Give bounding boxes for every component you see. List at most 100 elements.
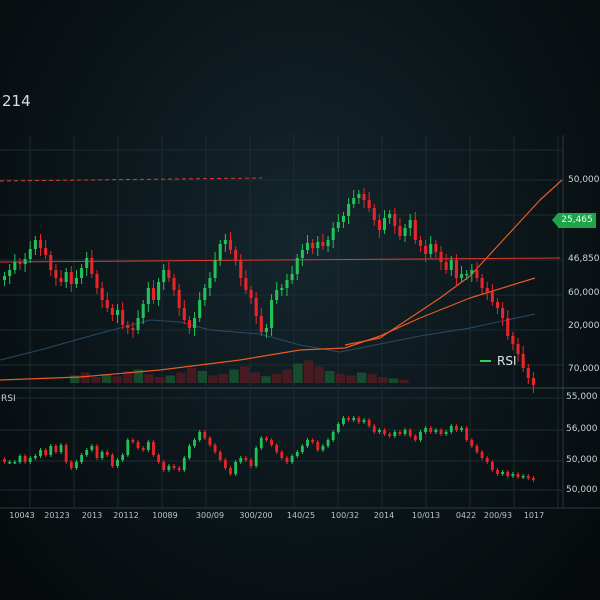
rsi-candle — [306, 440, 309, 446]
x-tick-label: 10089 — [152, 511, 178, 520]
volume-bar — [218, 374, 229, 383]
candlestick — [187, 320, 191, 328]
rsi-candle — [403, 430, 407, 434]
candlestick — [85, 258, 89, 268]
rsi-candle — [526, 476, 530, 478]
candlestick — [198, 300, 202, 318]
rsi-candle — [208, 438, 212, 445]
volume-bar — [261, 376, 271, 383]
rsi-candle — [239, 458, 243, 462]
rsi-candle — [460, 428, 463, 430]
candlestick — [254, 298, 258, 316]
rsi-candle — [177, 468, 181, 470]
candlestick — [526, 368, 530, 378]
candlestick — [208, 278, 212, 288]
candlestick — [424, 246, 428, 254]
moving-average-blue — [0, 313, 536, 361]
x-tick-label: 100/32 — [330, 511, 360, 520]
price-axis-label: 20,000 — [568, 321, 600, 331]
rsi-candle — [501, 472, 505, 474]
rsi-candle — [49, 446, 53, 455]
candlestick — [110, 308, 114, 315]
rsi-candle — [110, 455, 114, 466]
rsi-candle — [259, 438, 263, 448]
rsi-candle — [311, 440, 315, 442]
rsi-candle — [54, 446, 58, 452]
candlestick — [162, 270, 166, 282]
rsi-candle — [424, 428, 428, 432]
x-tick-label: 1017 — [523, 511, 545, 520]
rsi-candle — [90, 446, 94, 450]
rsi-candle — [465, 428, 469, 440]
volume-bar — [378, 377, 388, 383]
candlestick — [531, 378, 535, 385]
candlestick — [295, 258, 299, 274]
volume-bar — [282, 369, 292, 383]
candlestick — [382, 218, 387, 230]
current-price-badge: 25,465 — [552, 213, 596, 228]
candlestick — [501, 308, 505, 318]
rsi-candle — [64, 445, 68, 462]
candlestick — [49, 255, 53, 270]
rsi-candle — [229, 468, 232, 474]
candlestick — [285, 280, 289, 288]
x-tick-label: 2013 — [81, 511, 103, 520]
x-tick-label: 2014 — [373, 511, 395, 520]
x-tick-label: 140/25 — [286, 511, 316, 520]
candlestick — [439, 252, 443, 262]
rsi-candle — [213, 445, 217, 452]
rsi-candle — [254, 448, 258, 466]
rsi-candle — [362, 420, 366, 422]
rsi-candle — [69, 462, 73, 468]
rsi-panel-label: RSI — [1, 394, 16, 404]
candlestick — [434, 244, 438, 252]
candlestick — [244, 278, 248, 290]
candlestick — [377, 220, 381, 230]
price-axis-label: 46,850 — [568, 254, 600, 264]
rsi-candle — [8, 462, 12, 464]
candlestick — [408, 220, 412, 228]
rsi-axis-label: 55,000 — [566, 392, 598, 402]
x-tick-label: 0422 — [455, 511, 477, 520]
candlestick — [141, 304, 145, 318]
candlestick — [460, 274, 464, 278]
rsi-candle — [203, 432, 207, 438]
volume-bar — [356, 372, 367, 383]
candlestick — [388, 214, 392, 218]
volume-bar — [303, 360, 314, 383]
rsi-candle — [439, 430, 443, 434]
rsi-candle — [198, 432, 202, 440]
rsi-candle — [105, 452, 109, 455]
rsi-candle — [136, 442, 140, 448]
rsi-candle — [157, 455, 161, 462]
rsi-candle — [393, 432, 397, 436]
rsi-candle — [347, 418, 350, 420]
candlestick — [413, 220, 417, 240]
candlestick — [506, 318, 510, 336]
rsi-candle — [331, 432, 335, 440]
candlestick — [495, 302, 500, 308]
candlestick — [249, 290, 253, 298]
rsi-candle — [429, 428, 433, 432]
candlestick — [347, 204, 351, 216]
candlestick — [28, 249, 32, 259]
rsi-candle — [121, 455, 125, 460]
candlestick — [393, 214, 397, 226]
rsi-axis-label: 56,000 — [566, 424, 598, 434]
rsi-candle — [521, 476, 525, 478]
candlestick — [105, 300, 109, 308]
volume-bar — [240, 366, 250, 383]
x-tick-label: 300/09 — [195, 511, 225, 520]
rsi-candle — [162, 462, 166, 470]
candlestick — [90, 258, 94, 274]
volume-bar — [80, 372, 91, 383]
candlestick — [511, 336, 515, 344]
rsi-candle — [285, 458, 289, 462]
candlestick — [429, 244, 433, 254]
volume-bar — [367, 374, 377, 383]
x-tick-label: 200/93 — [483, 511, 513, 520]
candlestick — [203, 288, 207, 300]
volume-bar — [165, 375, 176, 383]
candlestick — [280, 288, 284, 290]
rsi-candle — [131, 440, 135, 442]
